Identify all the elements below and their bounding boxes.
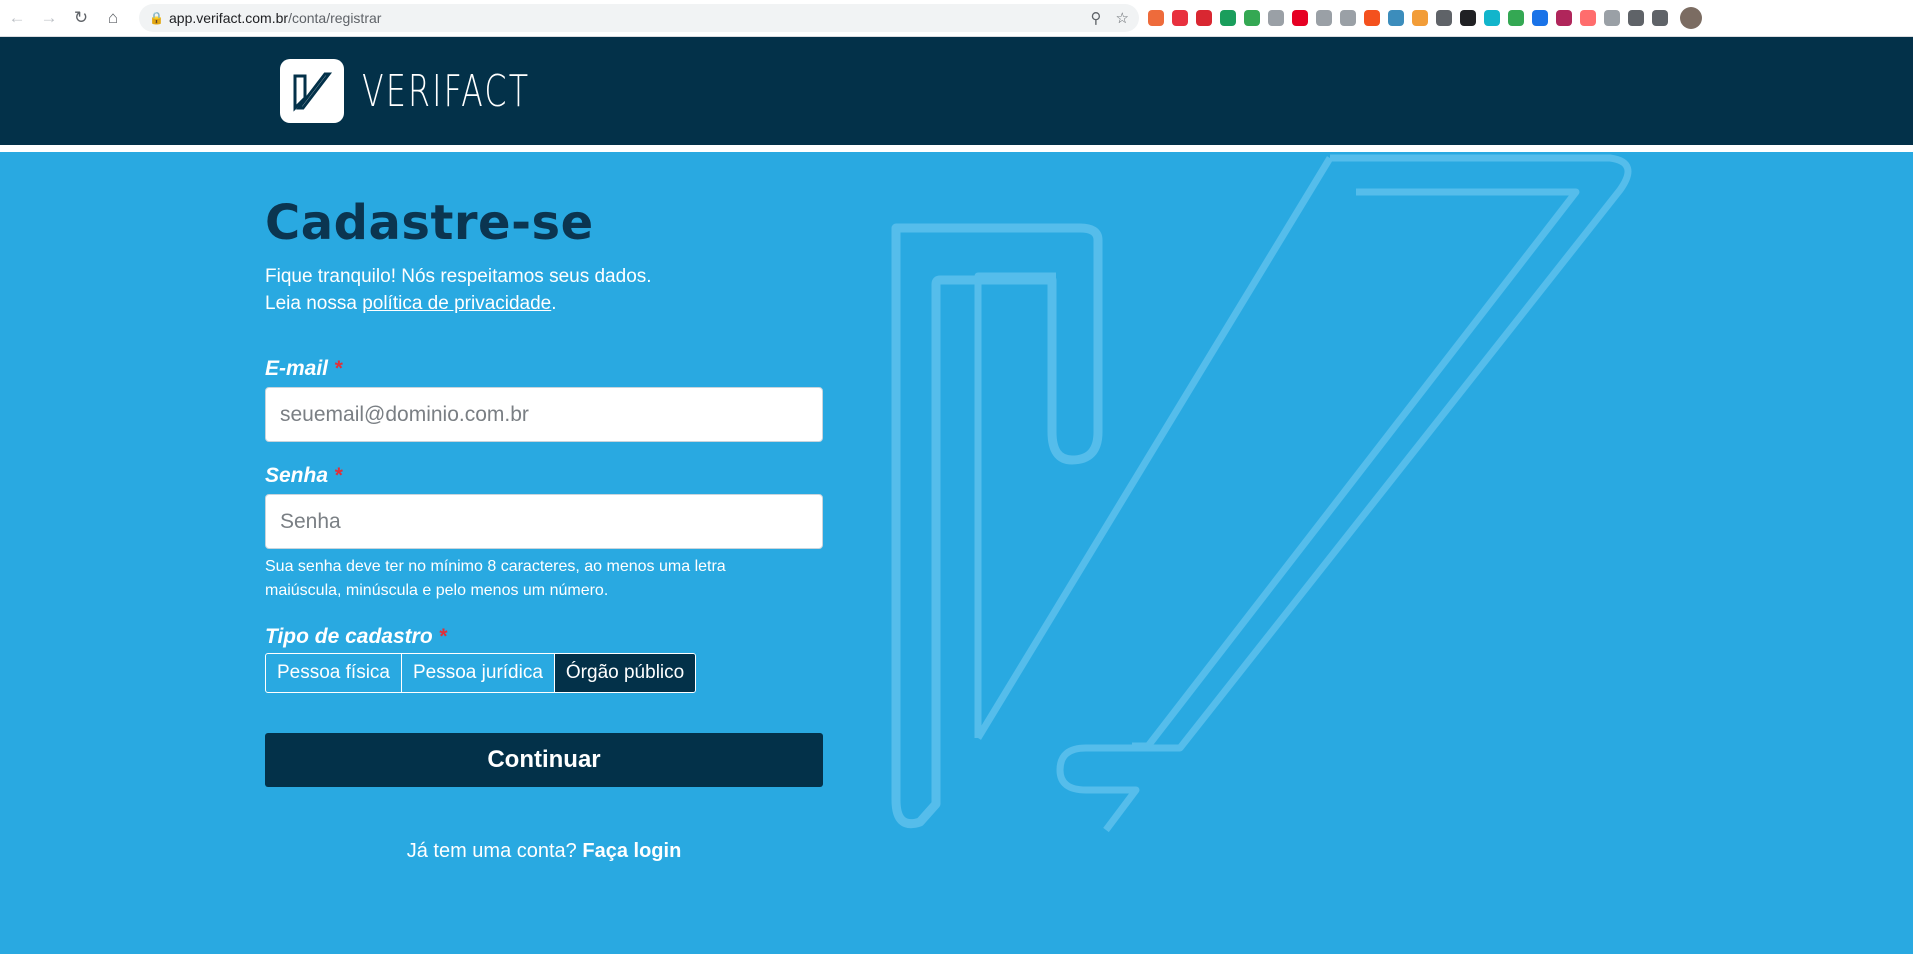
extension-icon[interactable] — [1292, 10, 1308, 26]
home-icon[interactable]: ⌂ — [98, 3, 128, 33]
extension-icon[interactable] — [1244, 10, 1260, 26]
login-prompt: Já tem uma conta? Faça login — [406, 840, 682, 862]
extension-icon[interactable] — [1580, 10, 1596, 26]
extensions-bar — [1148, 6, 1702, 30]
lock-icon: 🔒 — [149, 11, 164, 25]
zoom-icon[interactable]: ⚲ — [1091, 9, 1102, 27]
extension-icon[interactable] — [1532, 10, 1548, 26]
bookmark-star-icon[interactable]: ☆ — [1116, 9, 1129, 27]
extension-icon[interactable] — [1628, 10, 1644, 26]
address-bar[interactable]: 🔒 app.verifact.com.br/conta/registrar ⚲ … — [139, 4, 1139, 32]
brand-name: VERIFACT — [362, 65, 531, 117]
privacy-note: Fique tranquilo! Nós respeitamos seus da… — [265, 266, 652, 314]
logo-mark-icon — [280, 59, 344, 123]
page-title: Cadastre-se — [265, 195, 594, 251]
password-label: Senha * — [265, 464, 343, 487]
extension-icon[interactable] — [1364, 10, 1380, 26]
url-text: app.verifact.com.br/conta/registrar — [169, 10, 382, 26]
extension-icon[interactable] — [1196, 10, 1212, 26]
forward-icon[interactable]: → — [34, 3, 64, 33]
extension-icon[interactable] — [1484, 10, 1500, 26]
privacy-policy-link[interactable]: política de privacidade — [362, 293, 551, 314]
extension-icon[interactable] — [1220, 10, 1236, 26]
signup-form: Cadastre-se Fique tranquilo! Nós respeit… — [265, 195, 823, 863]
extension-icon[interactable] — [1508, 10, 1524, 26]
registration-type-selector: Pessoa física Pessoa jurídica Órgão públ… — [265, 653, 697, 693]
watermark-logo-icon — [891, 154, 1632, 833]
extension-icon[interactable] — [1460, 10, 1476, 26]
extension-icon[interactable] — [1268, 10, 1284, 26]
type-option-pessoa-fisica[interactable]: Pessoa física — [266, 654, 402, 692]
password-hint: Sua senha deve ter no mínimo 8 caractere… — [265, 558, 726, 599]
registration-type-label: Tipo de cadastro * — [265, 625, 447, 648]
password-field[interactable] — [265, 494, 823, 549]
email-label: E-mail * — [265, 357, 343, 380]
extension-icon[interactable] — [1412, 10, 1428, 26]
extension-icon[interactable] — [1316, 10, 1332, 26]
extension-icon[interactable] — [1556, 10, 1572, 26]
login-link[interactable]: Faça login — [582, 840, 681, 862]
extension-icon[interactable] — [1172, 10, 1188, 26]
extension-icon[interactable] — [1148, 10, 1164, 26]
profile-avatar[interactable] — [1680, 7, 1702, 29]
continue-button[interactable]: Continuar — [265, 733, 823, 787]
extension-icon[interactable] — [1340, 10, 1356, 26]
extension-icon[interactable] — [1604, 10, 1620, 26]
extension-icon[interactable] — [1436, 10, 1452, 26]
email-field[interactable] — [265, 387, 823, 442]
site-header: VERIFACT — [0, 37, 1913, 152]
reload-icon[interactable]: ↻ — [66, 3, 96, 33]
browser-toolbar: ← → ↻ ⌂ 🔒 app.verifact.com.br/conta/regi… — [0, 0, 1913, 37]
type-option-pessoa-juridica[interactable]: Pessoa jurídica — [402, 654, 555, 692]
brand-logo[interactable]: VERIFACT — [280, 59, 596, 123]
extension-icon[interactable] — [1652, 10, 1668, 26]
back-icon[interactable]: ← — [2, 3, 32, 33]
type-option-orgao-publico[interactable]: Órgão público — [554, 654, 696, 692]
extension-icon[interactable] — [1388, 10, 1404, 26]
